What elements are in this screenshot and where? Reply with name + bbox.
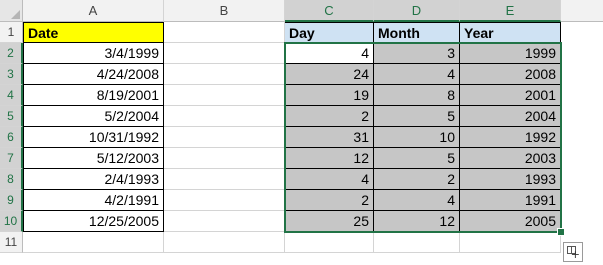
cell-e11[interactable] xyxy=(460,232,561,253)
row-header-8[interactable]: 8 xyxy=(0,169,23,190)
cell-e6[interactable]: 1992 xyxy=(460,127,561,148)
row-header-5[interactable]: 5 xyxy=(0,106,23,127)
cell-b6[interactable] xyxy=(164,127,285,148)
cell-b3[interactable] xyxy=(164,64,285,85)
cell-b8[interactable] xyxy=(164,169,285,190)
plus-icon: + xyxy=(570,248,580,261)
row-header-2[interactable]: 2 xyxy=(0,43,23,64)
column-header-blank xyxy=(561,0,603,22)
cell-c7[interactable]: 12 xyxy=(285,148,374,169)
cell-d6[interactable]: 10 xyxy=(374,127,460,148)
cell-e2[interactable]: 1999 xyxy=(460,43,561,64)
select-all-corner[interactable] xyxy=(0,0,23,22)
cell-e9[interactable]: 1991 xyxy=(460,190,561,211)
cell-b11[interactable] xyxy=(164,232,285,253)
cell-b7[interactable] xyxy=(164,148,285,169)
row-header-11[interactable]: 11 xyxy=(0,232,23,253)
cell-a9[interactable]: 4/2/1991 xyxy=(23,190,164,211)
cell-d8[interactable]: 2 xyxy=(374,169,460,190)
row-header-10[interactable]: 10 xyxy=(0,211,23,232)
cell-b10[interactable] xyxy=(164,211,285,232)
cell-d2[interactable]: 3 xyxy=(374,43,460,64)
cell-c2[interactable]: 4 xyxy=(285,43,374,64)
column-header-c[interactable]: C xyxy=(285,0,374,22)
quick-analysis-button[interactable]: + xyxy=(563,242,583,262)
cell-c11[interactable] xyxy=(285,232,374,253)
cell-a10[interactable]: 12/25/2005 xyxy=(23,211,164,232)
row-header-6[interactable]: 6 xyxy=(0,127,23,148)
cell-c5[interactable]: 2 xyxy=(285,106,374,127)
cell-a11[interactable] xyxy=(23,232,164,253)
column-header-b[interactable]: B xyxy=(164,0,285,22)
column-header-d[interactable]: D xyxy=(374,0,460,22)
cell-e8[interactable]: 1993 xyxy=(460,169,561,190)
cell-e3[interactable]: 2008 xyxy=(460,64,561,85)
cell-e4[interactable]: 2001 xyxy=(460,85,561,106)
row-header-4[interactable]: 4 xyxy=(0,85,23,106)
cell-a1[interactable]: Date xyxy=(23,22,164,43)
cell-e7[interactable]: 2003 xyxy=(460,148,561,169)
column-header-a[interactable]: A xyxy=(23,0,164,22)
cell-d11[interactable] xyxy=(374,232,460,253)
fill-handle[interactable] xyxy=(557,228,565,236)
cell-c10[interactable]: 25 xyxy=(285,211,374,232)
cell-d5[interactable]: 5 xyxy=(374,106,460,127)
cell-a7[interactable]: 5/12/2003 xyxy=(23,148,164,169)
cell-b4[interactable] xyxy=(164,85,285,106)
cell-c4[interactable]: 19 xyxy=(285,85,374,106)
cell-a6[interactable]: 10/31/1992 xyxy=(23,127,164,148)
cell-d9[interactable]: 4 xyxy=(374,190,460,211)
cell-c3[interactable]: 24 xyxy=(285,64,374,85)
cell-b1[interactable] xyxy=(164,22,285,43)
cell-d4[interactable]: 8 xyxy=(374,85,460,106)
cell-e10[interactable]: 2005 xyxy=(460,211,561,232)
cell-c6[interactable]: 31 xyxy=(285,127,374,148)
column-header-e[interactable]: E xyxy=(460,0,561,22)
cell-a4[interactable]: 8/19/2001 xyxy=(23,85,164,106)
cell-a3[interactable]: 4/24/2008 xyxy=(23,64,164,85)
cell-c1[interactable]: Day xyxy=(285,22,374,43)
cell-b2[interactable] xyxy=(164,43,285,64)
cell-c8[interactable]: 4 xyxy=(285,169,374,190)
cell-a5[interactable]: 5/2/2004 xyxy=(23,106,164,127)
cell-b9[interactable] xyxy=(164,190,285,211)
cell-grid: Date Day Month Year 3/4/1999 4/24/2008 8… xyxy=(23,22,603,265)
cell-d1[interactable]: Month xyxy=(374,22,460,43)
spreadsheet: A B C D E 1 2 3 4 5 6 7 8 9 10 11 Date D… xyxy=(0,0,603,265)
cell-d7[interactable]: 5 xyxy=(374,148,460,169)
cell-c9[interactable]: 2 xyxy=(285,190,374,211)
cell-a8[interactable]: 2/4/1993 xyxy=(23,169,164,190)
row-header-1[interactable]: 1 xyxy=(0,22,23,43)
row-header-7[interactable]: 7 xyxy=(0,148,23,169)
row-header-9[interactable]: 9 xyxy=(0,190,23,211)
cell-b5[interactable] xyxy=(164,106,285,127)
select-all-icon xyxy=(11,10,20,19)
cell-a2[interactable]: 3/4/1999 xyxy=(23,43,164,64)
cell-d3[interactable]: 4 xyxy=(374,64,460,85)
column-headers: A B C D E xyxy=(23,0,603,22)
cell-e5[interactable]: 2004 xyxy=(460,106,561,127)
cell-e1[interactable]: Year xyxy=(460,22,561,43)
cell-d10[interactable]: 12 xyxy=(374,211,460,232)
row-header-3[interactable]: 3 xyxy=(0,64,23,85)
